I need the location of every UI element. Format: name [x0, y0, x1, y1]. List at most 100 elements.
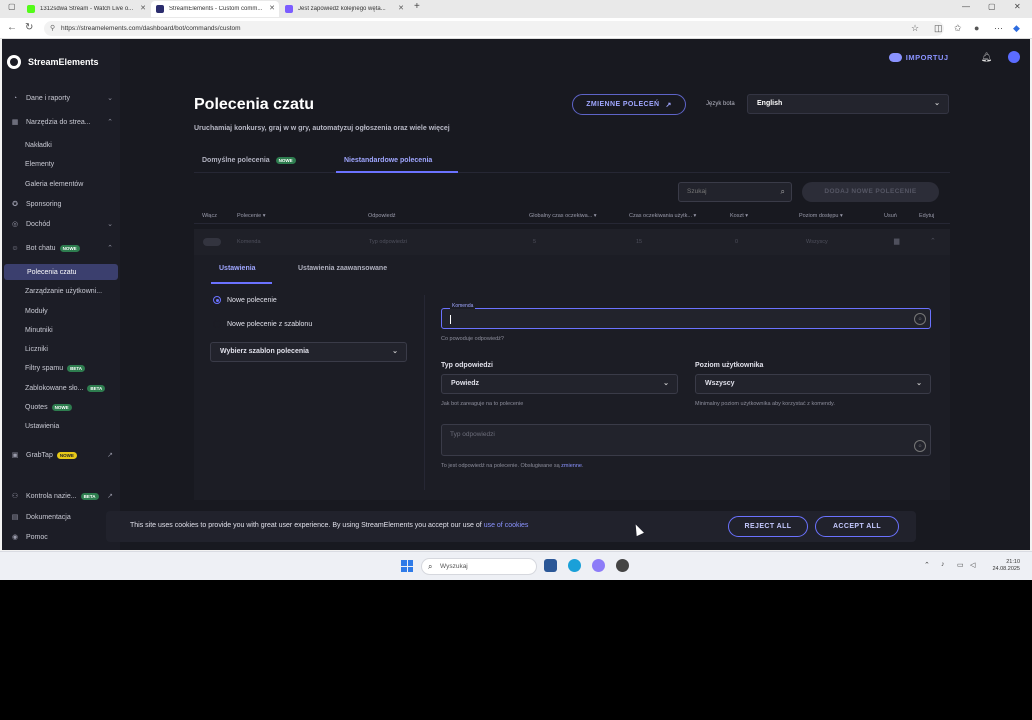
reload-icon[interactable]: ↻ — [25, 22, 33, 33]
close-tab-icon[interactable]: ✕ — [398, 4, 404, 12]
chevron-down-icon: ⌄ — [663, 380, 669, 387]
sidebar-item[interactable]: Filtry spamu BETA — [2, 360, 120, 376]
command-hint: Co powoduje odpowiedź? — [441, 336, 504, 342]
sidebar-item[interactable]: ⚇ Kontrola nazie... BETA ↗ — [2, 488, 120, 504]
taskbar-search[interactable]: ⌕ Wyszukaj — [421, 558, 537, 575]
response-textarea[interactable]: Typ odpowiedzi ☺ — [441, 424, 931, 456]
command-input[interactable]: Komenda ☺ — [441, 303, 931, 329]
trash-icon[interactable]: ▆ — [894, 237, 899, 245]
obs-icon[interactable] — [616, 559, 629, 572]
sidebar-item[interactable]: ◎ Dochód ⌄ — [2, 216, 120, 232]
sidebar-item[interactable]: Ustawienia — [2, 418, 120, 434]
tray-chevron-icon[interactable]: ⌃ — [924, 561, 930, 569]
chevron-up-icon[interactable]: ⌃ — [930, 237, 936, 245]
clock-date: 24.08.2025 — [992, 566, 1020, 572]
sidebar-item[interactable]: Minutniki — [2, 322, 120, 338]
streamelements-app: StreamElements ◔ Dane i raporty ⌄ ▦ Narzędzi… — [2, 39, 1030, 550]
sidebar-item-label: Dane i raporty — [26, 94, 70, 102]
sidebar-item[interactable]: Galeria elementów — [2, 176, 120, 192]
sidebar-item[interactable]: ◔ Dane i raporty ⌄ — [2, 90, 120, 106]
col-command[interactable]: Polecenie ▾ — [237, 213, 265, 219]
clock[interactable]: 21:10 24.08.2025 — [992, 559, 1020, 573]
brand[interactable]: StreamElements — [7, 55, 99, 69]
radio-new-command[interactable]: Nowe polecenie — [213, 296, 277, 304]
favorites-icon[interactable]: ✩ — [954, 23, 962, 34]
col-global-cooldown[interactable]: Globalny czas oczekiwa... ▾ — [529, 213, 597, 219]
cookie-policy-link[interactable]: use of cookies — [484, 522, 529, 529]
edge-icon[interactable] — [568, 559, 581, 572]
col-user-cooldown[interactable]: Czas oczekiwania użytk... ▾ — [629, 213, 696, 219]
radio-selected-icon — [213, 296, 221, 304]
sidebar-item[interactable]: Elementy — [2, 156, 120, 172]
minimize-icon[interactable]: — — [962, 2, 970, 11]
sidebar-item[interactable]: ▤ Dokumentacja — [2, 509, 120, 525]
sidebar-item[interactable]: Zablokowane sło... BETA — [2, 380, 120, 396]
tab-default-commands[interactable]: Domyślne polecenia NOWE — [202, 157, 296, 164]
address-bar[interactable]: ⚲ https://streamelements.com/dashboard/b… — [44, 21, 944, 36]
split-screen-icon[interactable]: ◫ — [934, 23, 943, 34]
browser-tab-3[interactable]: Jest zapowiedź kolejnego węta... ✕ — [280, 1, 408, 17]
close-window-icon[interactable]: ✕ — [1014, 2, 1021, 11]
command-variables-button[interactable]: ZMIENNE POLECEŃ ↗ — [572, 94, 686, 115]
sidebar-item-label: Dochód — [26, 220, 51, 228]
new-tab-icon[interactable]: + — [414, 1, 420, 12]
profile-icon[interactable]: ● — [974, 23, 979, 33]
volume-icon[interactable]: ◁ — [970, 561, 975, 569]
favorite-star-icon[interactable]: ☆ — [911, 23, 919, 34]
template-select[interactable]: Wybierz szablon polecenia ⌄ — [210, 342, 407, 362]
sidebar-item[interactable]: ▣ GrabTap NOWE ↗ — [2, 447, 120, 463]
sidebar-item-label: Moduły — [25, 307, 48, 315]
sidebar-badge: BETA — [80, 492, 99, 500]
microphone-icon[interactable]: ♪ — [941, 561, 945, 568]
sidebar-item[interactable]: ✪ Sponsoring — [2, 196, 120, 212]
maximize-icon[interactable]: ▢ — [988, 2, 996, 11]
import-button[interactable]: IMPORTUJ — [888, 52, 949, 62]
discord-icon[interactable] — [592, 559, 605, 572]
add-command-button[interactable]: DODAJ NOWE POLECENIE — [802, 182, 939, 202]
col-access-level[interactable]: Poziom dostępu ▾ — [799, 213, 843, 219]
close-tab-icon[interactable]: ✕ — [269, 4, 275, 12]
emoji-icon[interactable]: ☺ — [914, 313, 926, 325]
sidebar-item[interactable]: Nakładki — [2, 137, 120, 153]
col-cost[interactable]: Koszt ▾ — [730, 213, 748, 219]
tab-settings[interactable]: Ustawienia — [219, 265, 256, 272]
browser-tab-2[interactable]: StreamElements - Custom comm... ✕ — [151, 1, 279, 17]
bot-language-select[interactable]: English ⌄ — [747, 94, 949, 114]
radio-template-command[interactable]: Nowe polecenie z szablonu — [213, 320, 312, 328]
sidebar-badge: NOWE — [56, 451, 77, 459]
tab-custom-commands[interactable]: Niestandardowe polecenia — [344, 157, 432, 164]
sidebar-item[interactable]: Zarządzanie użytkowni... — [2, 283, 120, 299]
close-tab-icon[interactable]: ✕ — [140, 4, 146, 12]
avatar[interactable] — [1008, 51, 1020, 63]
bell-icon[interactable]: 🔔︎ — [981, 52, 992, 63]
emoji-icon[interactable]: ☺ — [914, 440, 926, 452]
tab-advanced-settings[interactable]: Ustawienia zaawansowane — [298, 265, 387, 272]
browser-tab-1[interactable]: 1312sdwa Stream - Watch Live o... ✕ — [22, 1, 150, 17]
windows-start-icon[interactable] — [401, 560, 413, 572]
sidebar-item-label: Pomoc — [26, 533, 48, 541]
sidebar-item[interactable]: Polecenia czatu — [4, 264, 118, 280]
reject-all-button[interactable]: REJECT ALL — [728, 516, 808, 537]
search-input[interactable]: Szukaj ⌕ — [678, 182, 792, 202]
back-icon[interactable]: ← — [7, 22, 17, 33]
accept-all-button[interactable]: ACCEPT ALL — [815, 516, 899, 537]
page-title: Polecenia czatu — [194, 96, 315, 113]
sidebar-item[interactable]: ☺ Bot chatu NOWE ⌃ — [2, 240, 120, 256]
sidebar-item[interactable]: Moduły — [2, 303, 120, 319]
copilot-icon[interactable]: ◆ — [1013, 23, 1020, 34]
file-explorer-icon[interactable] — [544, 559, 557, 572]
sidebar-item[interactable]: ◉ Pomoc — [2, 529, 120, 545]
enable-toggle[interactable] — [203, 238, 221, 246]
network-icon[interactable]: ▭ — [957, 561, 964, 569]
sidebar-item[interactable]: ▦ Narzędzia do strea... ⌃ — [2, 114, 120, 130]
response-type-select[interactable]: Powiedz ⌄ — [441, 374, 678, 394]
sidebar-item[interactable]: Liczniki — [2, 341, 120, 357]
sidebar-item-label: Dokumentacja — [26, 513, 71, 521]
more-menu-icon[interactable]: ⋯ — [994, 23, 1003, 34]
variables-link[interactable]: zmienne — [561, 463, 582, 469]
tab-actions-icon[interactable]: ▢ — [8, 2, 16, 11]
sidebar-item[interactable]: Quotes NOWE — [2, 399, 120, 415]
sidebar-item-label: Zarządzanie użytkowni... — [25, 287, 103, 295]
user-level-select[interactable]: Wszyscy ⌄ — [695, 374, 931, 394]
table-row[interactable]: Komenda Typ odpowiedzi 5 15 0 Wszyscy ▆ … — [194, 229, 950, 255]
